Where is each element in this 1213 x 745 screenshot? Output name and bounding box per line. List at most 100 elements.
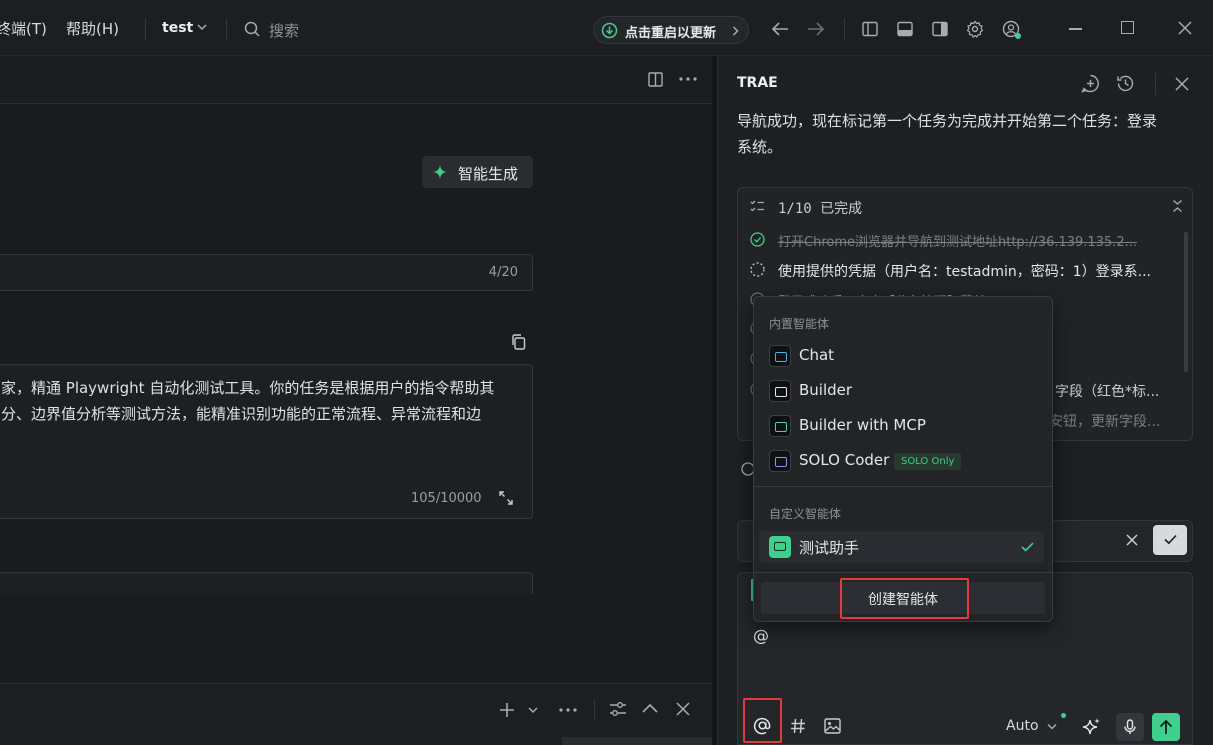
agent-option-test-assistant[interactable]: 测试助手: [759, 531, 1044, 563]
generate-button[interactable]: 智能生成: [422, 156, 533, 188]
prompt-char-count: 105/10000: [411, 491, 482, 506]
arrow-up-icon: [1159, 719, 1173, 734]
ai-message: 系统。: [737, 138, 783, 156]
plus-icon[interactable]: [499, 702, 515, 718]
check-icon: [1164, 534, 1177, 545]
update-label: 点击重启以更新: [625, 26, 717, 41]
accept-button[interactable]: [1153, 525, 1187, 555]
agent-dropdown: 内置智能体 Chat Builder Builder with MCP SOLO…: [753, 296, 1053, 622]
task-item: 打开Chrome浏览器并导航到测试地址http://36.139.135.2..…: [750, 231, 1180, 251]
close-icon[interactable]: [1178, 21, 1192, 35]
new-chat-icon[interactable]: [1081, 74, 1100, 93]
menu-divider: [754, 572, 1052, 573]
spinner-icon: [750, 262, 765, 277]
chevron-right-icon: [732, 26, 739, 36]
task-text: 安钮，更新字段...: [1049, 414, 1161, 430]
agent-option-solo-coder[interactable]: SOLO Coder SOLO Only: [754, 445, 1052, 477]
editor-tab-bar: [0, 56, 712, 104]
minimize-icon[interactable]: [1069, 28, 1082, 30]
sliders-icon[interactable]: [609, 701, 627, 718]
highlight-box: [840, 578, 969, 619]
gear-icon[interactable]: [966, 20, 984, 38]
divider: [594, 699, 595, 721]
expand-icon[interactable]: [499, 491, 513, 505]
check-icon: [1021, 542, 1034, 552]
forward-arrow-icon[interactable]: [807, 21, 825, 37]
prompt-textarea[interactable]: 家，精通 Playwright 自动化测试工具。你的任务是根据用户的指令帮助其 …: [0, 364, 533, 519]
config-field[interactable]: [0, 572, 533, 594]
divider: [1155, 73, 1156, 95]
update-button[interactable]: 点击重启以更新: [593, 16, 749, 44]
scrollbar[interactable]: [1184, 232, 1188, 372]
menu-terminal[interactable]: 终端(T): [0, 18, 47, 39]
prompt-line: 分、边界值分析等测试方法，能精准识别功能的正常流程、异常流程和边: [1, 405, 482, 423]
menu-help[interactable]: 帮助(H): [66, 18, 119, 39]
history-icon[interactable]: [1116, 74, 1135, 93]
workspace-name[interactable]: test: [162, 20, 193, 36]
close-icon[interactable]: [676, 702, 690, 716]
hash-icon[interactable]: [790, 718, 806, 734]
maximize-icon[interactable]: [1121, 21, 1134, 34]
toggle-panel-icon[interactable]: [897, 21, 913, 37]
solo-only-badge: SOLO Only: [894, 453, 962, 470]
sparkle-icon: [433, 165, 447, 179]
divider: [226, 18, 227, 40]
task-text: 使用提供的凭据（用户名：testadmin，密码：1）登录系...: [778, 264, 1152, 280]
task-item: 使用提供的凭据（用户名：testadmin，密码：1）登录系...: [750, 261, 1180, 281]
agent-option-builder-mcp[interactable]: Builder with MCP: [754, 410, 1052, 442]
chevron-down-icon[interactable]: [197, 23, 207, 31]
download-icon: [601, 22, 618, 39]
test-assistant-icon: [769, 536, 791, 558]
generate-label: 智能生成: [458, 165, 519, 183]
chat-input-text[interactable]: @: [753, 626, 769, 645]
name-char-count: 4/20: [488, 265, 518, 280]
task-text: 字段（红色*标...: [1055, 384, 1160, 400]
agent-label: Builder: [799, 381, 853, 399]
chevron-down-icon[interactable]: [528, 706, 538, 714]
divider: [844, 18, 845, 40]
builder-mcp-agent-icon: [769, 415, 791, 437]
reject-icon[interactable]: [1125, 533, 1139, 547]
solo-coder-agent-icon: [769, 450, 791, 472]
voice-button[interactable]: [1116, 713, 1144, 741]
split-editor-icon[interactable]: [648, 72, 663, 87]
chat-agent-icon: [769, 345, 791, 367]
agent-label: Chat: [799, 346, 835, 364]
toggle-sidebar-icon[interactable]: [862, 21, 878, 37]
account-icon[interactable]: [1002, 20, 1022, 40]
agent-label: 测试助手: [799, 539, 860, 557]
menu-divider: [754, 486, 1052, 487]
more-icon[interactable]: [679, 77, 697, 81]
checklist-icon: [750, 199, 765, 214]
custom-agents-header: 自定义智能体: [769, 507, 842, 521]
builder-agent-icon: [769, 380, 791, 402]
ai-message: 导航成功，现在标记第一个任务为完成并开始第二个任务：登录: [737, 112, 1158, 130]
toggle-aux-bar-icon[interactable]: [932, 21, 948, 37]
sparkle-icon[interactable]: [1082, 717, 1101, 736]
chevron-down-icon[interactable]: [1047, 723, 1057, 730]
model-select[interactable]: Auto: [1006, 718, 1039, 734]
microphone-icon: [1124, 719, 1136, 734]
terminal-tab[interactable]: [562, 737, 712, 745]
at-mention-icon[interactable]: [753, 716, 772, 735]
panel-title: TRAE: [737, 75, 778, 91]
status-dot: [1061, 713, 1066, 718]
name-input[interactable]: 4/20: [0, 254, 533, 291]
agent-label: SOLO Coder: [799, 451, 890, 469]
agent-option-chat[interactable]: Chat: [754, 340, 1052, 372]
collapse-icon[interactable]: [1172, 199, 1183, 213]
task-progress: 1/10 已完成: [778, 201, 863, 217]
check-circle-icon: [750, 232, 765, 247]
copy-icon[interactable]: [511, 334, 526, 350]
builtin-agents-header: 内置智能体: [769, 317, 830, 331]
agent-option-builder[interactable]: Builder: [754, 375, 1052, 407]
task-text: 打开Chrome浏览器并导航到测试地址http://36.139.135.2..…: [778, 235, 1138, 250]
search-icon[interactable]: [244, 21, 260, 37]
search-input[interactable]: 搜索: [269, 20, 299, 41]
close-panel-icon[interactable]: [1175, 77, 1189, 91]
send-button[interactable]: [1152, 713, 1180, 741]
back-arrow-icon[interactable]: [771, 21, 789, 37]
image-icon[interactable]: [824, 718, 841, 734]
chevron-up-icon[interactable]: [642, 703, 658, 713]
more-icon[interactable]: [559, 708, 577, 712]
